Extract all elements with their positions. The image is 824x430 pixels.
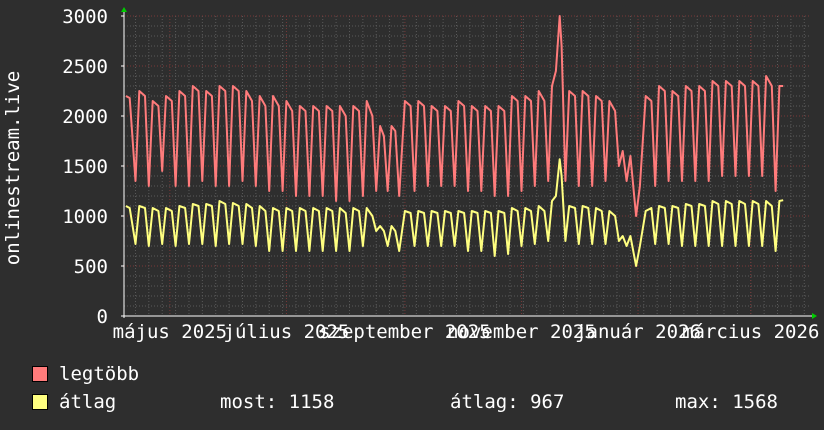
- stat-current: most: 1158: [220, 391, 335, 413]
- legend-swatch-max: [32, 366, 48, 382]
- legend-swatch-avg: [32, 394, 48, 410]
- x-tick-label: május 2025: [113, 321, 227, 343]
- y-tick-label: 1000: [62, 206, 108, 228]
- legend-row-avg: átlag most: 1158 átlag: 967 max: 1568: [32, 391, 822, 413]
- y-tick-label: 2500: [62, 56, 108, 78]
- x-tick-label: november 2025: [447, 321, 596, 343]
- y-tick-label: 0: [97, 306, 108, 328]
- y-tick-label: 1500: [62, 156, 108, 178]
- y-tick-label: 3000: [62, 6, 108, 28]
- chart: 050010001500200025003000május 2025július…: [2, 6, 819, 343]
- x-tick-label: március 2026: [682, 321, 819, 343]
- x-axis-arrow: [812, 313, 817, 319]
- y-axis-arrow: [121, 7, 127, 12]
- y-tick-label: 500: [74, 256, 108, 278]
- y-axis-title: onlinestream.live: [2, 71, 24, 265]
- stat-average: átlag: 967: [450, 391, 565, 413]
- stat-maximum: max: 1568: [675, 391, 778, 413]
- chart-series: [125, 15, 784, 267]
- legend-label-avg: átlag: [59, 391, 117, 413]
- y-tick-label: 2000: [62, 106, 108, 128]
- legend-label-max: legtöbb: [59, 363, 140, 385]
